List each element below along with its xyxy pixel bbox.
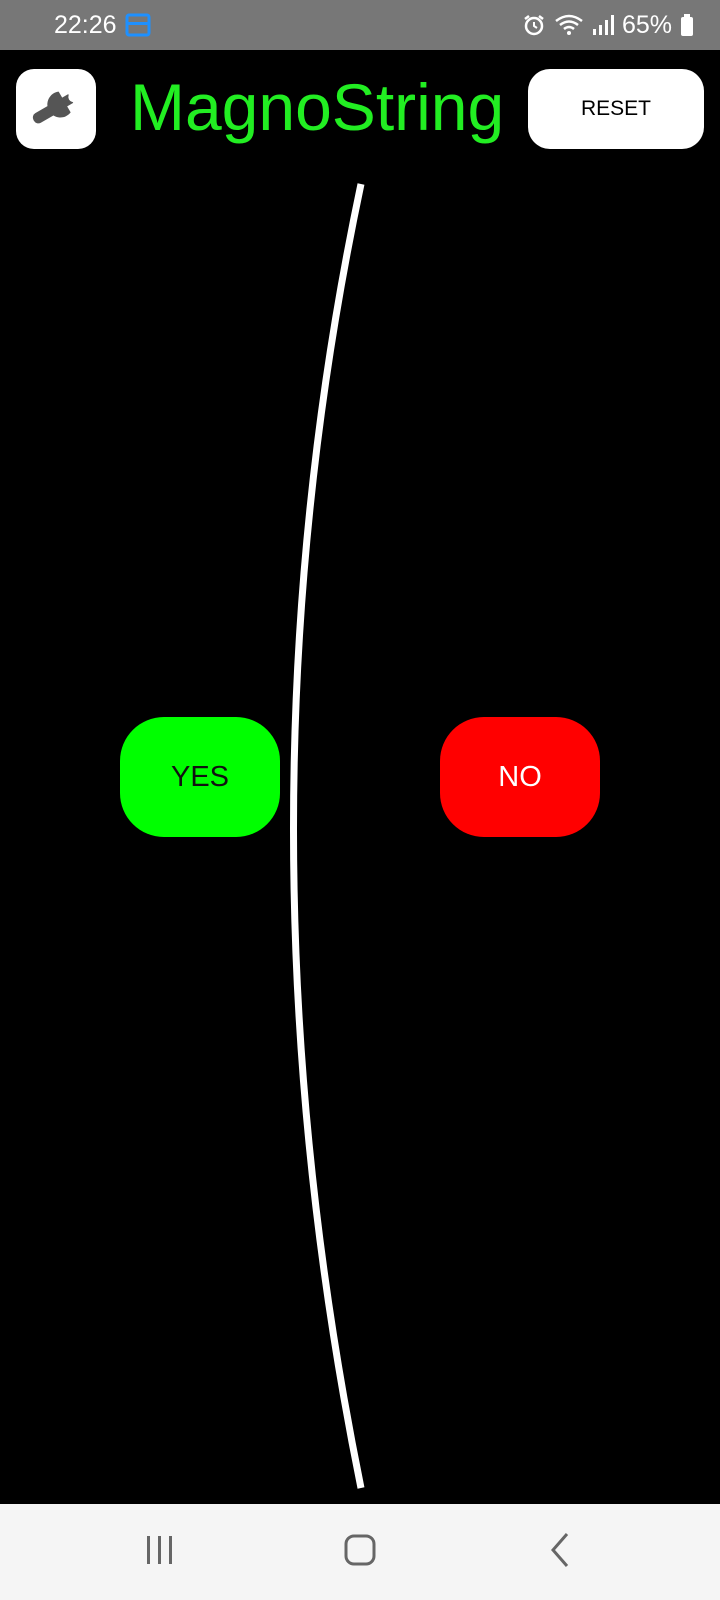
recents-button[interactable]: [119, 1524, 199, 1580]
battery-icon: [680, 13, 694, 37]
battery-percent: 65%: [621, 10, 672, 39]
app-notification-icon: [125, 12, 151, 38]
status-time: 22:26: [54, 10, 117, 39]
wrench-icon: [24, 75, 88, 144]
alarm-icon: [522, 13, 546, 37]
app-header: MagnoString RESET: [0, 50, 720, 170]
no-button[interactable]: NO: [440, 717, 600, 837]
home-button[interactable]: [320, 1524, 400, 1580]
wifi-icon: [554, 13, 584, 37]
reset-button[interactable]: RESET: [528, 69, 704, 149]
status-right: 65%: [522, 11, 694, 40]
magno-string: [290, 183, 365, 1489]
home-icon: [340, 1530, 380, 1575]
back-button[interactable]: [521, 1524, 601, 1580]
navigation-bar: [0, 1504, 720, 1600]
settings-button[interactable]: [16, 69, 96, 149]
string-line: [290, 183, 365, 1489]
status-bar: 22:26 65%: [0, 0, 720, 50]
status-left: 22:26: [54, 11, 151, 40]
app-title: MagnoString: [130, 70, 505, 144]
yes-button[interactable]: YES: [120, 717, 280, 837]
recents-icon: [139, 1530, 179, 1575]
signal-icon: [592, 14, 614, 36]
back-icon: [541, 1530, 581, 1575]
